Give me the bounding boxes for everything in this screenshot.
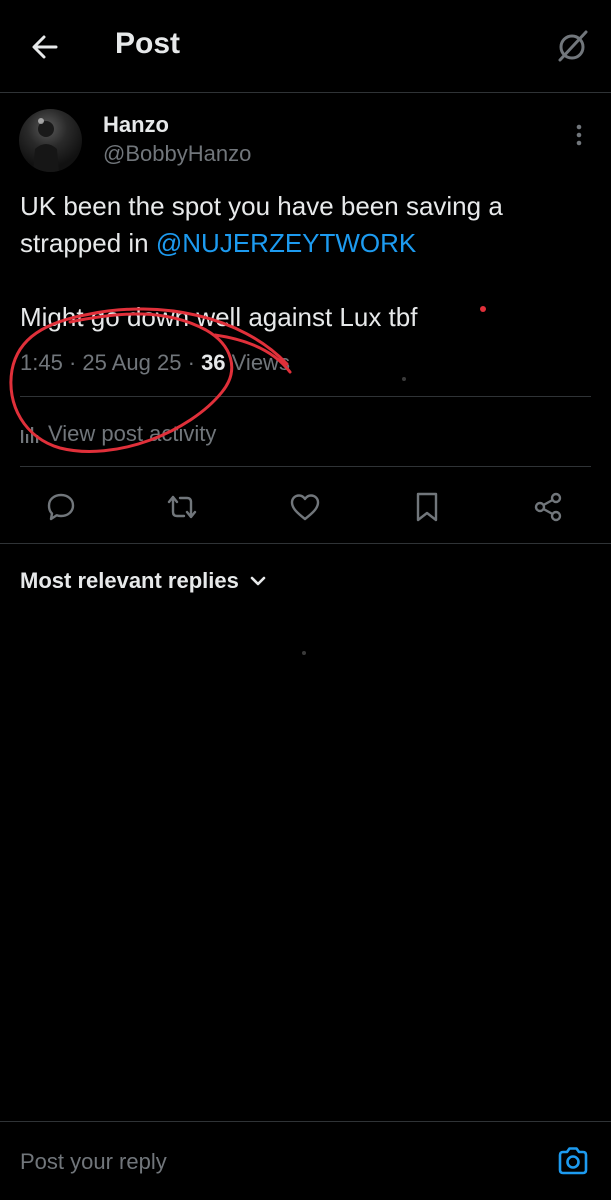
reply-bubble-icon: [47, 493, 75, 521]
analytics-bars-icon: [21, 427, 39, 443]
post-text: UK been the spot you have been saving a …: [20, 188, 595, 336]
arrow-left-icon: [32, 35, 58, 59]
share-icon: [534, 492, 562, 522]
post-time: 1:45: [20, 350, 63, 375]
author-handle[interactable]: @BobbyHanzo: [103, 141, 251, 167]
meta-separator: ·: [181, 350, 202, 375]
view-post-activity-link[interactable]: View post activity: [20, 418, 216, 450]
share-button[interactable]: [525, 484, 571, 530]
chevron-down-icon: [250, 576, 266, 586]
camera-button[interactable]: [553, 1141, 593, 1181]
post-text-line-2: strapped in @NUJERZEYTWORK: [20, 225, 595, 262]
replies-sort-dropdown[interactable]: Most relevant replies: [20, 568, 267, 594]
grok-button[interactable]: [549, 22, 597, 70]
red-circle-annotation: [9, 306, 486, 453]
bookmark-button[interactable]: [404, 484, 450, 530]
view-post-activity-label: View post activity: [48, 421, 217, 446]
post-action-bar: [0, 484, 611, 530]
views-label: Views: [225, 350, 290, 375]
post-text-line-1: UK been the spot you have been saving a: [20, 191, 503, 221]
more-vertical-icon: [576, 124, 582, 146]
more-options-button[interactable]: [562, 118, 596, 152]
avatar-photo-icon: [33, 118, 59, 172]
grok-slash-icon: [558, 30, 588, 62]
repost-icon: [167, 495, 197, 519]
post-text-blank-line: [20, 262, 595, 299]
bookmark-icon: [416, 492, 438, 522]
header-divider: [0, 92, 611, 93]
post-date: 25 Aug 25: [82, 350, 182, 375]
top-bar: Post: [0, 0, 611, 92]
activity-divider: [20, 466, 591, 467]
heart-icon: [290, 494, 320, 521]
camera-icon: [558, 1147, 588, 1175]
author-name[interactable]: Hanzo: [103, 112, 169, 138]
post-meta: 1:45 · 25 Aug 25 · 36 Views: [20, 350, 290, 376]
back-button[interactable]: [22, 24, 68, 70]
stray-dot: [402, 377, 406, 381]
views-count: 36: [201, 350, 226, 375]
loading-dot: [302, 651, 306, 655]
repost-button[interactable]: [159, 484, 205, 530]
replies-sort-label: Most relevant replies: [20, 568, 239, 593]
actions-divider: [0, 543, 611, 544]
avatar[interactable]: [19, 109, 82, 172]
like-button[interactable]: [282, 484, 328, 530]
page-title: Post: [115, 27, 181, 60]
reply-input[interactable]: [20, 1142, 520, 1182]
post-text-line-3: Might go down well against Lux tbf: [20, 302, 418, 332]
meta-separator: ·: [62, 350, 83, 375]
post-text-line-2-prefix: strapped in: [20, 228, 156, 258]
meta-divider: [20, 396, 591, 397]
mention-link[interactable]: @NUJERZEYTWORK: [156, 228, 416, 258]
reply-button[interactable]: [38, 484, 84, 530]
